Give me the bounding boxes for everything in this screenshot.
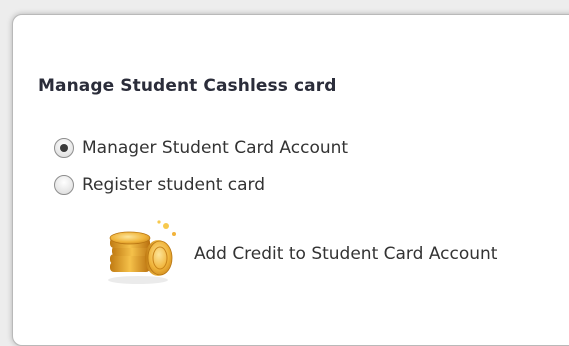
option-register-card-label[interactable]: Register student card: [82, 175, 265, 195]
option-register-card[interactable]: Register student card: [54, 175, 265, 195]
page-title: Manage Student Cashless card: [38, 76, 337, 96]
add-credit-label[interactable]: Add Credit to Student Card Account: [194, 244, 497, 264]
option-manager-account[interactable]: Manager Student Card Account: [54, 138, 348, 158]
coins-icon[interactable]: [104, 218, 184, 290]
option-manager-account-label[interactable]: Manager Student Card Account: [82, 138, 348, 158]
radio-manager-account[interactable]: [54, 138, 74, 158]
add-credit-link[interactable]: Add Credit to Student Card Account: [104, 218, 497, 290]
radio-register-card[interactable]: [54, 175, 74, 195]
